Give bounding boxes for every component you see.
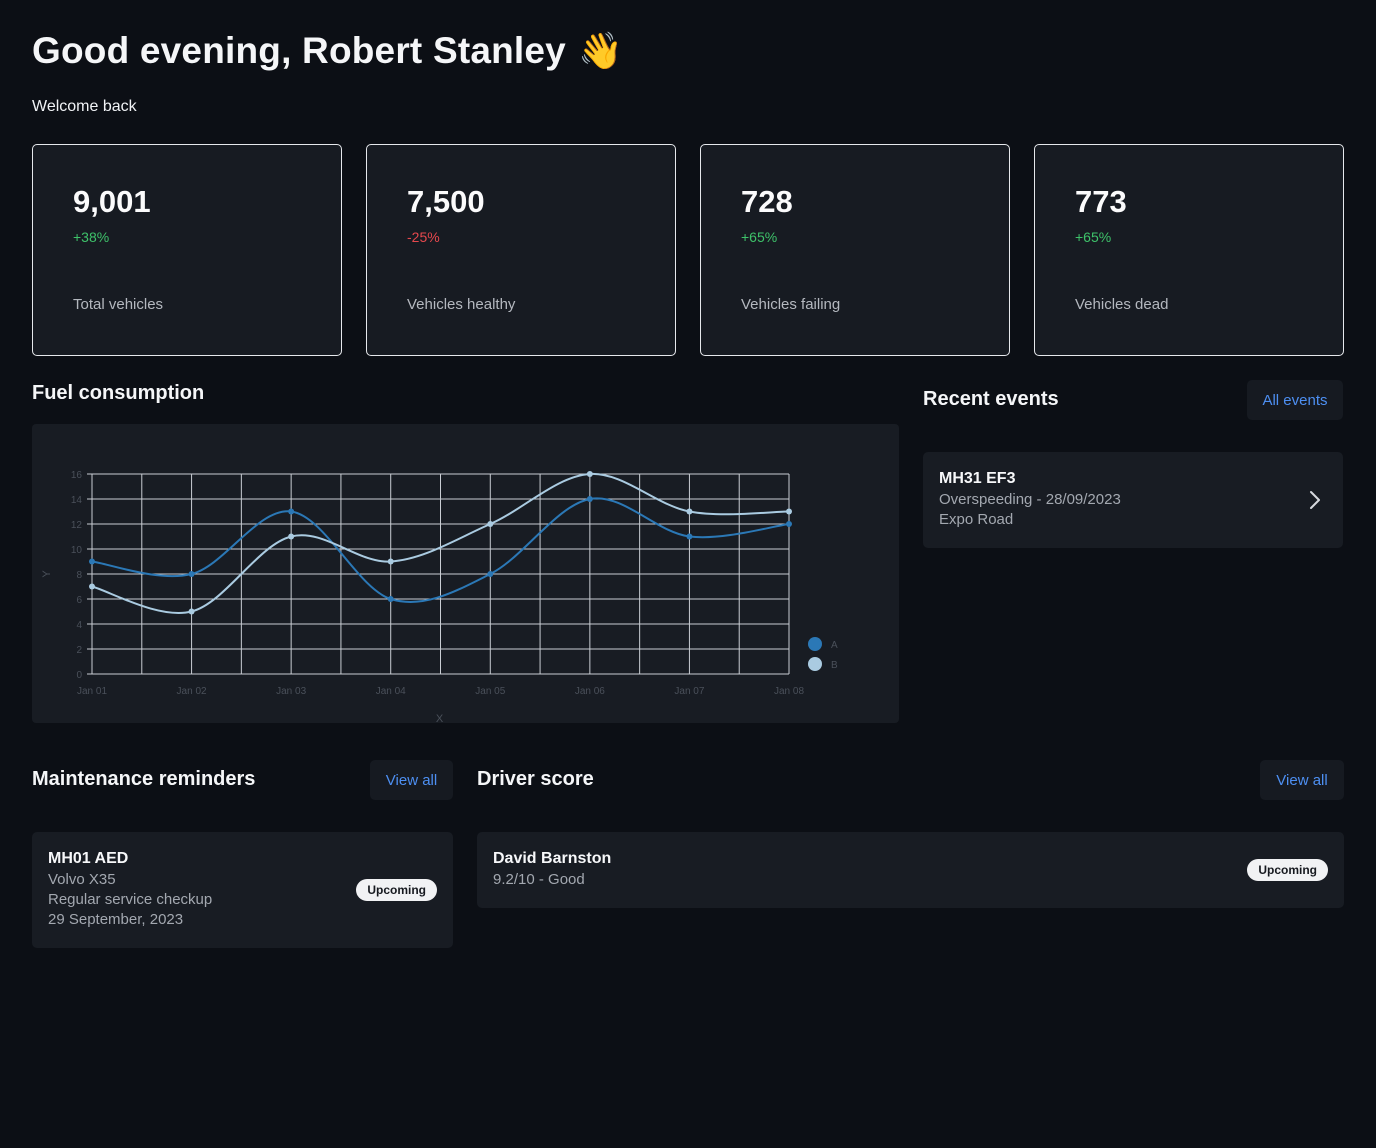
y-tick-label: 10 [71,545,83,556]
fuel-consumption-chart: 0 2 4 6 8 10 12 14 16 Jan 01 Jan 02 Jan 03 Jan 04 Jan… [32,424,899,723]
x-tick-label: Jan 06 [575,686,605,697]
y-axis-label: Y [41,570,53,578]
event-card[interactable]: MH31 EF3 Overspeeding - 28/09/2023 Expo … [923,452,1343,548]
recent-events-title: Recent events [923,388,1059,410]
event-plate: MH31 EF3 [939,470,1016,487]
data-point-B [188,608,195,615]
y-tick-label: 4 [76,620,82,631]
welcome-subtitle: Welcome back [32,98,137,115]
stat-delta: -25% [407,229,440,246]
x-tick-label: Jan 03 [276,686,306,697]
maintenance-plate: MH01 AED [48,850,129,867]
data-point-B [487,521,494,527]
data-point-A [686,533,693,540]
data-point-B [786,508,792,515]
x-axis-label: X [436,713,444,723]
status-badge: Upcoming [1247,859,1328,881]
driver-score: 9.2/10 - Good [493,871,585,888]
stat-card-vehicles-healthy: 7,500 -25% Vehicles healthy [366,144,676,356]
x-tick-label: Jan 08 [774,686,804,697]
data-point-B [89,583,95,590]
stat-value: 728 [741,184,793,219]
fuel-consumption-title: Fuel consumption [32,382,205,404]
data-point-B [586,471,593,477]
stat-card-vehicles-failing: 728 +65% Vehicles failing [700,144,1010,356]
x-tick-label: Jan 04 [376,686,406,697]
chart-svg: 0 2 4 6 8 10 12 14 16 Jan 01 Jan 02 Jan 03 Jan 04 Jan… [41,470,838,723]
maintenance-card[interactable]: MH01 AED Volvo X35 Regular service check… [32,832,453,948]
all-events-button[interactable]: All events [1247,380,1343,420]
y-tick-label: 6 [76,595,82,606]
driver-name: David Barnston [493,850,612,867]
data-point-A [387,596,394,602]
stat-label: Total vehicles [73,296,164,313]
driver-score-view-all-button[interactable]: View all [1260,760,1344,800]
legend-label-A: A [831,640,838,651]
data-point-B [686,508,693,515]
data-point-A [188,571,195,577]
y-tick-label: 8 [76,570,82,581]
legend-label-B: B [831,660,838,671]
stat-delta: +38% [73,229,110,246]
driver-score-title: Driver score [477,768,594,790]
stat-value: 7,500 [407,184,485,219]
stat-card-total-vehicles: 9,001 +38% Total vehicles [32,144,342,356]
maintenance-view-all-button[interactable]: View all [370,760,453,800]
data-point-A [487,571,494,577]
y-tick-label: 2 [76,645,82,656]
x-tick-label: Jan 05 [475,686,505,697]
x-tick-label: Jan 07 [674,686,704,697]
y-tick-label: 16 [71,470,83,481]
maintenance-reminders-title: Maintenance reminders [32,768,256,790]
driver-score-card[interactable]: David Barnston 9.2/10 - Good Upcoming [477,832,1344,908]
status-badge: Upcoming [356,879,437,901]
stat-delta: +65% [741,229,778,246]
maintenance-date: 29 September, 2023 [48,911,184,928]
stat-delta: +65% [1075,229,1112,246]
data-point-B [288,533,295,540]
data-point-B [387,558,394,565]
chevron-right-icon[interactable] [1309,490,1321,510]
data-point-A [89,558,95,565]
stat-label: Vehicles failing [741,296,841,313]
x-tick-label: Jan 01 [77,686,107,697]
page-title: Good evening, Robert Stanley 👋 [32,30,623,72]
event-location: Expo Road [939,511,1014,528]
y-tick-label: 12 [71,520,83,531]
stat-value: 773 [1075,184,1127,219]
legend-swatch-A [808,637,822,651]
stat-label: Vehicles dead [1075,296,1169,313]
stat-card-vehicles-dead: 773 +65% Vehicles dead [1034,144,1344,356]
stats-row: 9,001 +38% Total vehicles 7,500 -25% Veh… [32,144,1344,356]
event-detail: Overspeeding - 28/09/2023 [939,491,1121,508]
y-tick-label: 0 [76,670,82,681]
data-point-A [288,508,295,515]
waving-hand-icon: 👋 [577,30,623,71]
data-point-A [786,521,792,527]
y-tick-label: 14 [71,495,83,506]
legend-swatch-B [808,657,822,671]
x-tick-label: Jan 02 [177,686,207,697]
stat-label: Vehicles healthy [407,296,516,313]
greeting-text: Good evening, Robert Stanley [32,30,566,71]
data-point-A [586,496,593,502]
stat-value: 9,001 [73,184,151,219]
